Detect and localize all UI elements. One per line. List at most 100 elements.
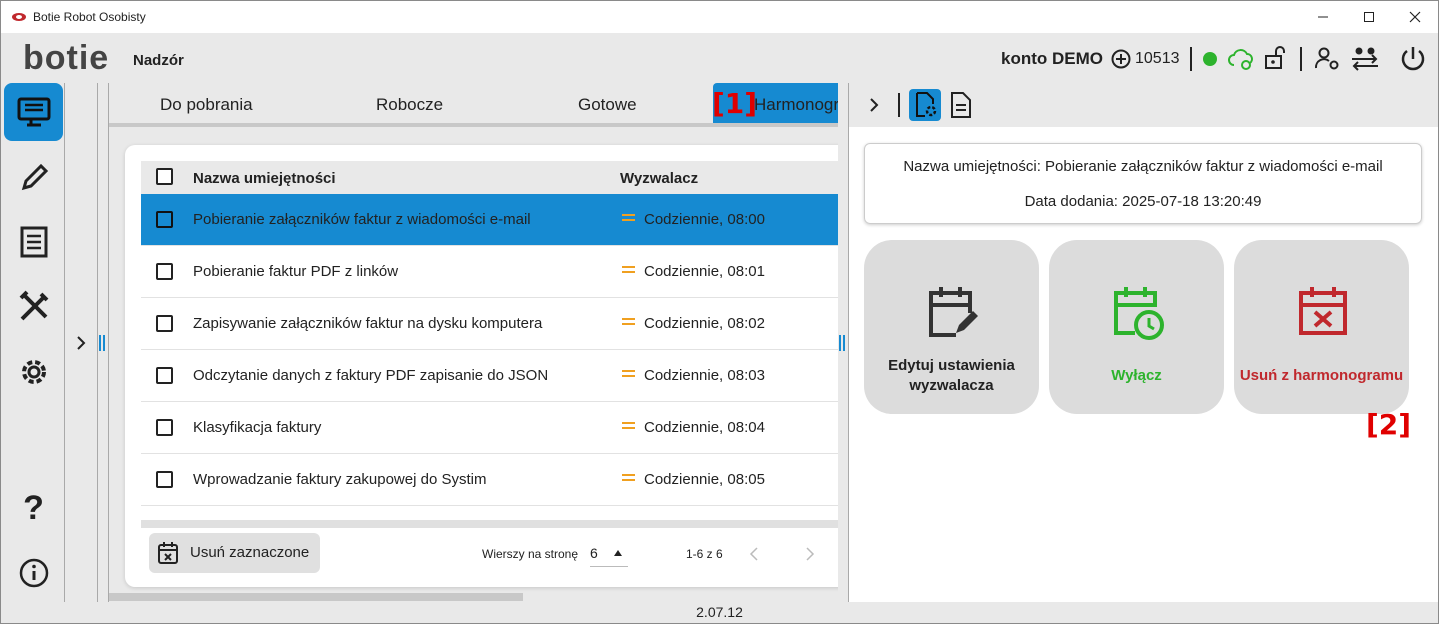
table-row[interactable]: Pobieranie faktur PDF z linków Codzienni… xyxy=(141,246,838,298)
divider xyxy=(1300,47,1302,71)
close-button[interactable] xyxy=(1392,1,1438,33)
disable-label: Wyłącz xyxy=(1111,367,1162,384)
drag-handle-icon[interactable] xyxy=(622,214,635,223)
window-title: Botie Robot Osobisty xyxy=(33,10,146,24)
page-range: 1-6 z 6 xyxy=(686,547,723,561)
version-label: 2.07.12 xyxy=(696,604,743,620)
trigger-value: Codziennie, 08:03 xyxy=(644,367,765,384)
skill-info-box: Nazwa umiejętności: Pobieranie załącznik… xyxy=(864,143,1422,224)
drag-handle-icon[interactable] xyxy=(622,318,635,327)
prev-page-icon[interactable] xyxy=(749,547,759,561)
tab-do-pobrania[interactable]: Do pobrania xyxy=(160,95,253,115)
resize-handle[interactable] xyxy=(99,335,105,351)
annotation-marker-2: [2] xyxy=(1366,408,1412,441)
detail-panel: Nazwa umiejętności: Pobieranie załącznik… xyxy=(848,83,1438,603)
panel-scrollbar-thumb[interactable] xyxy=(109,593,523,601)
cloud-sync-icon[interactable] xyxy=(1227,47,1255,71)
edit-trigger-label-1: Edytuj ustawienia xyxy=(888,357,1015,374)
detail-toolbar xyxy=(849,83,1438,127)
column-header-name: Nazwa umiejętności xyxy=(193,170,336,187)
table-row[interactable]: Wprowadzanie faktury zakupowej do Systim… xyxy=(141,454,838,506)
section-title: Nadzór xyxy=(133,52,184,69)
skill-name-line: Nazwa umiejętności: Pobieranie załącznik… xyxy=(903,158,1383,175)
calendar-edit-icon xyxy=(929,287,978,337)
remove-label: Usuń z harmonogramu xyxy=(1239,367,1404,384)
user-settings-icon[interactable] xyxy=(1314,46,1342,72)
file-settings-button[interactable] xyxy=(909,89,941,121)
trigger-value: Codziennie, 08:05 xyxy=(644,471,765,488)
skill-name: Pobieranie załączników faktur z wiadomoś… xyxy=(193,211,531,228)
date-added-line: Data dodania: 2025-07-18 13:20:49 xyxy=(1024,193,1262,210)
calendar-remove-icon xyxy=(158,542,178,564)
sidebar-item-tools[interactable] xyxy=(4,278,63,336)
delete-selected-button[interactable]: Usuń zaznaczone xyxy=(149,533,320,573)
tab-robocze[interactable]: Robocze xyxy=(376,95,443,115)
drag-handle-icon[interactable] xyxy=(622,370,635,379)
next-page-icon[interactable] xyxy=(805,547,815,561)
table-row[interactable]: Zapisywanie załączników faktur na dysku … xyxy=(141,298,838,350)
divider xyxy=(1190,47,1192,71)
rows-per-page-value: 6 xyxy=(590,545,598,561)
skill-name: Zapisywanie załączników faktur na dysku … xyxy=(193,315,543,332)
title-bar: Botie Robot Osobisty xyxy=(1,1,1438,33)
select-all-checkbox[interactable] xyxy=(156,168,173,185)
calendar-remove-icon xyxy=(1299,287,1347,335)
remove-from-schedule-button[interactable]: Usuń z harmonogramu xyxy=(1234,240,1409,414)
app-header: botie Nadzór konto DEMO 10513 xyxy=(1,33,1438,83)
rows-per-page-select[interactable]: 6 xyxy=(590,541,628,567)
sidebar-item-monitor[interactable] xyxy=(4,83,63,141)
users-transfer-icon[interactable] xyxy=(1350,45,1380,73)
drag-handle-icon[interactable] xyxy=(622,422,635,431)
tools-icon xyxy=(19,290,48,321)
annotation-marker-1: [1] xyxy=(712,87,758,120)
sidebar-item-edit[interactable] xyxy=(4,149,63,207)
power-icon[interactable] xyxy=(1398,44,1428,74)
collapse-strip xyxy=(64,83,98,603)
close-icon xyxy=(1409,11,1421,23)
tab-harmonogram-label: Harmonogram xyxy=(754,95,838,114)
chevron-right-icon[interactable] xyxy=(868,97,880,113)
minimize-button[interactable] xyxy=(1300,1,1346,33)
table-row[interactable]: Klasyfikacja faktury Codziennie, 08:04 xyxy=(141,402,838,454)
trigger-value: Codziennie, 08:04 xyxy=(644,419,765,436)
credits-plus-icon[interactable] xyxy=(1111,49,1131,69)
table-row[interactable]: Pobieranie załączników faktur z wiadomoś… xyxy=(141,194,838,246)
resize-handle[interactable] xyxy=(839,335,845,351)
sidebar-item-help[interactable]: ? xyxy=(4,479,63,537)
edit-trigger-button[interactable]: Edytuj ustawienia wyzwalacza xyxy=(864,240,1039,414)
chevron-right-icon[interactable] xyxy=(75,335,87,351)
skill-name: Klasyfikacja faktury xyxy=(193,419,322,436)
drag-handle-icon[interactable] xyxy=(622,266,635,275)
app-window: Botie Robot Osobisty botie Nadzór konto … xyxy=(0,0,1439,624)
row-checkbox[interactable] xyxy=(156,367,173,384)
column-header-trigger: Wyzwalacz xyxy=(620,170,699,187)
table-header: Nazwa umiejętności Wyzwalacz xyxy=(141,161,838,194)
file-settings-icon xyxy=(916,92,937,117)
skill-name: Pobieranie faktur PDF z linków xyxy=(193,263,399,280)
document-icon[interactable] xyxy=(950,92,972,118)
drag-handle-icon[interactable] xyxy=(622,474,635,483)
row-checkbox[interactable] xyxy=(156,471,173,488)
horizontal-scrollbar[interactable] xyxy=(141,520,838,528)
status-online-icon xyxy=(1203,52,1217,66)
row-checkbox[interactable] xyxy=(156,419,173,436)
tab-gotowe[interactable]: Gotowe xyxy=(578,95,637,115)
row-checkbox[interactable] xyxy=(156,211,173,228)
info-icon xyxy=(19,558,48,588)
table-row[interactable]: Odczytanie danych z faktury PDF zapisani… xyxy=(141,350,838,402)
sidebar-item-list[interactable] xyxy=(4,213,63,271)
maximize-icon xyxy=(1364,12,1374,22)
disable-button[interactable]: Wyłącz xyxy=(1049,240,1224,414)
sidebar-item-settings[interactable] xyxy=(4,343,63,401)
sidebar-item-info[interactable] xyxy=(4,544,63,602)
row-checkbox[interactable] xyxy=(156,315,173,332)
trigger-value: Codziennie, 08:00 xyxy=(644,211,765,228)
pencil-icon xyxy=(21,163,48,191)
unlock-icon[interactable] xyxy=(1263,45,1287,71)
maximize-button[interactable] xyxy=(1346,1,1392,33)
trigger-value: Codziennie, 08:01 xyxy=(644,263,765,280)
row-checkbox[interactable] xyxy=(156,263,173,280)
app-logo-icon xyxy=(12,13,26,21)
brand-logo: botie xyxy=(23,39,110,77)
skill-name: Odczytanie danych z faktury PDF zapisani… xyxy=(193,367,549,384)
